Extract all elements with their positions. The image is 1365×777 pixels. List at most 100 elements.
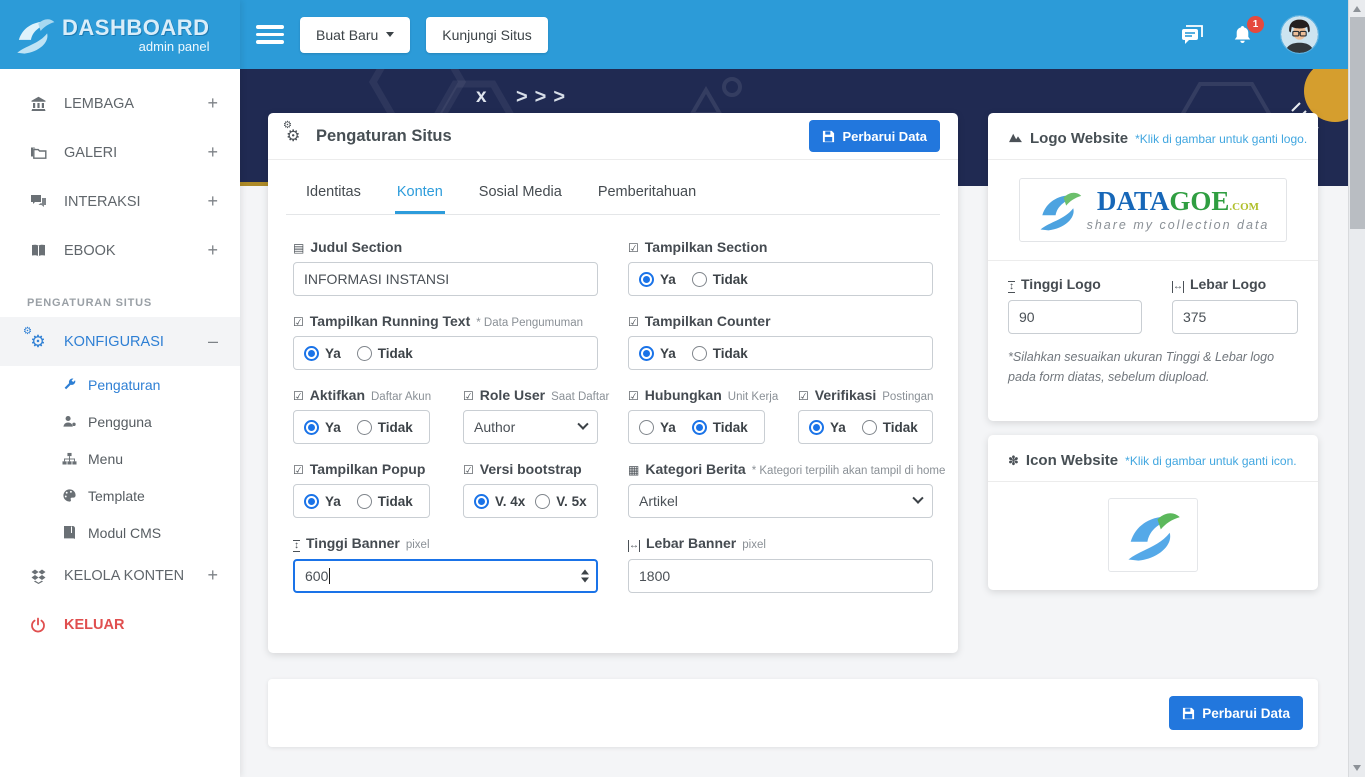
- sidebar-item-konfigurasi[interactable]: ⚙ ⚙ KONFIGURASI –: [0, 317, 240, 366]
- visit-site-button[interactable]: Kunjungi Situs: [426, 17, 548, 53]
- collapse-minus-icon[interactable]: –: [208, 331, 218, 352]
- update-data-button-bottom[interactable]: Perbarui Data: [1169, 696, 1303, 730]
- notifications-bell-icon[interactable]: 1: [1232, 25, 1253, 45]
- tab-sosial-media[interactable]: Sosial Media: [477, 170, 564, 214]
- scroll-up-arrow-icon[interactable]: [1353, 6, 1361, 12]
- radio-ya[interactable]: Ya: [639, 346, 676, 361]
- radio-ya[interactable]: Ya: [304, 346, 341, 361]
- judul-section-input[interactable]: [293, 262, 598, 296]
- expand-plus-icon[interactable]: +: [207, 93, 218, 114]
- sidebar: DASHBOARD admin panel LEMBAGA + GALERI +…: [0, 0, 240, 777]
- sidebar-item-galeri[interactable]: GALERI +: [0, 128, 240, 177]
- checklist-icon: ☑: [463, 463, 474, 477]
- sidebar-subitem-menu[interactable]: Menu: [0, 440, 240, 477]
- folder-icon: [27, 145, 49, 160]
- tampilkan-popup-radio-group: Ya Tidak: [293, 484, 430, 518]
- width-icon: ↔: [1172, 281, 1184, 293]
- brand-logo[interactable]: DASHBOARD admin panel: [0, 0, 240, 69]
- save-icon: [822, 130, 835, 143]
- user-avatar[interactable]: [1281, 16, 1318, 53]
- scrollbar-thumb[interactable]: [1350, 17, 1365, 229]
- sidebar-item-lembaga[interactable]: LEMBAGA +: [0, 79, 240, 128]
- radio-ya[interactable]: Ya: [639, 420, 676, 435]
- expand-plus-icon[interactable]: +: [207, 142, 218, 163]
- website-logo-image[interactable]: DATAGOE.COM share my collection data: [1019, 178, 1287, 242]
- image-mountains-icon: [1008, 131, 1023, 146]
- sidebar-item-keluar[interactable]: KELUAR: [0, 600, 240, 649]
- scroll-down-arrow-icon[interactable]: [1353, 765, 1361, 771]
- radio-ya[interactable]: Ya: [639, 272, 676, 287]
- power-icon: [27, 617, 49, 633]
- website-icon-image[interactable]: [1108, 498, 1198, 572]
- radio-tidak[interactable]: Tidak: [357, 346, 413, 361]
- radio-ya[interactable]: Ya: [809, 420, 846, 435]
- radio-tidak[interactable]: Tidak: [692, 420, 748, 435]
- sidebar-item-ebook[interactable]: EBOOK +: [0, 226, 240, 275]
- role-user-select[interactable]: Author: [463, 410, 598, 444]
- messages-icon[interactable]: [1180, 25, 1204, 45]
- sidebar-subitem-pengguna[interactable]: Pengguna: [0, 403, 240, 440]
- height-icon: ↕: [293, 540, 300, 552]
- logo-size-note: *Silahkan sesuaikan ukuran Tinggi & Leba…: [988, 334, 1318, 400]
- sidebar-subitem-pengaturan[interactable]: Pengaturan: [0, 366, 240, 403]
- expand-plus-icon[interactable]: +: [207, 240, 218, 261]
- radio-v4x[interactable]: V. 4x: [474, 494, 525, 509]
- lebar-logo-input[interactable]: [1172, 300, 1298, 334]
- logo-text-data: DATA: [1097, 186, 1170, 216]
- field-note: Postingan: [882, 391, 933, 403]
- sidebar-subitem-template[interactable]: Template: [0, 477, 240, 514]
- field-label: Tampilkan Running Text: [310, 313, 471, 329]
- sidebar-subitem-label: Menu: [88, 451, 123, 467]
- sidebar-item-label: EBOOK: [64, 243, 116, 259]
- field-label: Tinggi Logo: [1021, 276, 1101, 292]
- kategori-berita-select[interactable]: Artikel: [628, 484, 933, 518]
- field-note: * Kategori terpilih akan tampil di home: [752, 465, 946, 477]
- tampilkan-counter-radio-group: Ya Tidak: [628, 336, 933, 370]
- field-note: Saat Daftar: [551, 391, 609, 403]
- icon-change-hint[interactable]: *Klik di gambar untuk ganti icon.: [1125, 454, 1296, 468]
- radio-v5x[interactable]: V. 5x: [535, 494, 586, 509]
- radio-tidak[interactable]: Tidak: [357, 420, 413, 435]
- radio-tidak[interactable]: Tidak: [692, 346, 748, 361]
- topbar: Buat Baru Kunjungi Situs 1: [240, 0, 1348, 69]
- logo-change-hint[interactable]: *Klik di gambar untuk ganti logo.: [1135, 132, 1307, 146]
- field-note: * Data Pengumuman: [476, 317, 583, 329]
- sidebar-item-kelola-konten[interactable]: KELOLA KONTEN +: [0, 551, 240, 600]
- gears-icon: ⚙⚙: [286, 126, 308, 146]
- footer-action-bar: Perbarui Data: [268, 679, 1318, 747]
- field-label: Tampilkan Popup: [310, 461, 426, 477]
- create-new-button[interactable]: Buat Baru: [300, 17, 410, 53]
- brand-subtitle: admin panel: [62, 39, 210, 54]
- sidebar-section-label: PENGATURAN SITUS: [0, 275, 240, 317]
- sidebar-subitem-modul-cms[interactable]: Modul CMS: [0, 514, 240, 551]
- radio-ya[interactable]: Ya: [304, 420, 341, 435]
- icon-card-title: Icon Website: [1026, 452, 1118, 469]
- update-data-button-top[interactable]: Perbarui Data: [809, 120, 940, 152]
- radio-tidak[interactable]: Tidak: [862, 420, 918, 435]
- text-cursor: [329, 568, 330, 584]
- sidebar-item-label: GALERI: [64, 145, 117, 161]
- sidebar-item-label: INTERAKSI: [64, 194, 141, 210]
- tinggi-logo-input[interactable]: [1008, 300, 1142, 334]
- sidebar-item-interaksi[interactable]: INTERAKSI +: [0, 177, 240, 226]
- logo-tagline: share my collection data: [1087, 218, 1270, 232]
- verifikasi-radio-group: Ya Tidak: [798, 410, 933, 444]
- radio-tidak[interactable]: Tidak: [692, 272, 748, 287]
- hamburger-menu-icon[interactable]: [256, 21, 284, 48]
- sidebar-subitem-label: Modul CMS: [88, 525, 161, 541]
- number-spinner[interactable]: [581, 570, 589, 583]
- expand-plus-icon[interactable]: +: [207, 565, 218, 586]
- tab-pemberitahuan[interactable]: Pemberitahuan: [596, 170, 698, 214]
- tinggi-banner-input[interactable]: 600: [293, 559, 598, 593]
- tab-identitas[interactable]: Identitas: [304, 170, 363, 214]
- radio-ya[interactable]: Ya: [304, 494, 341, 509]
- radio-tidak[interactable]: Tidak: [357, 494, 413, 509]
- field-label: Tampilkan Section: [645, 239, 768, 255]
- field-note: pixel: [406, 539, 430, 551]
- tab-konten[interactable]: Konten: [395, 170, 445, 214]
- expand-plus-icon[interactable]: +: [207, 191, 218, 212]
- page-scrollbar[interactable]: [1348, 0, 1365, 777]
- lebar-banner-input[interactable]: [628, 559, 933, 593]
- brand-title: DASHBOARD: [62, 15, 210, 41]
- field-label: Tampilkan Counter: [645, 313, 771, 329]
